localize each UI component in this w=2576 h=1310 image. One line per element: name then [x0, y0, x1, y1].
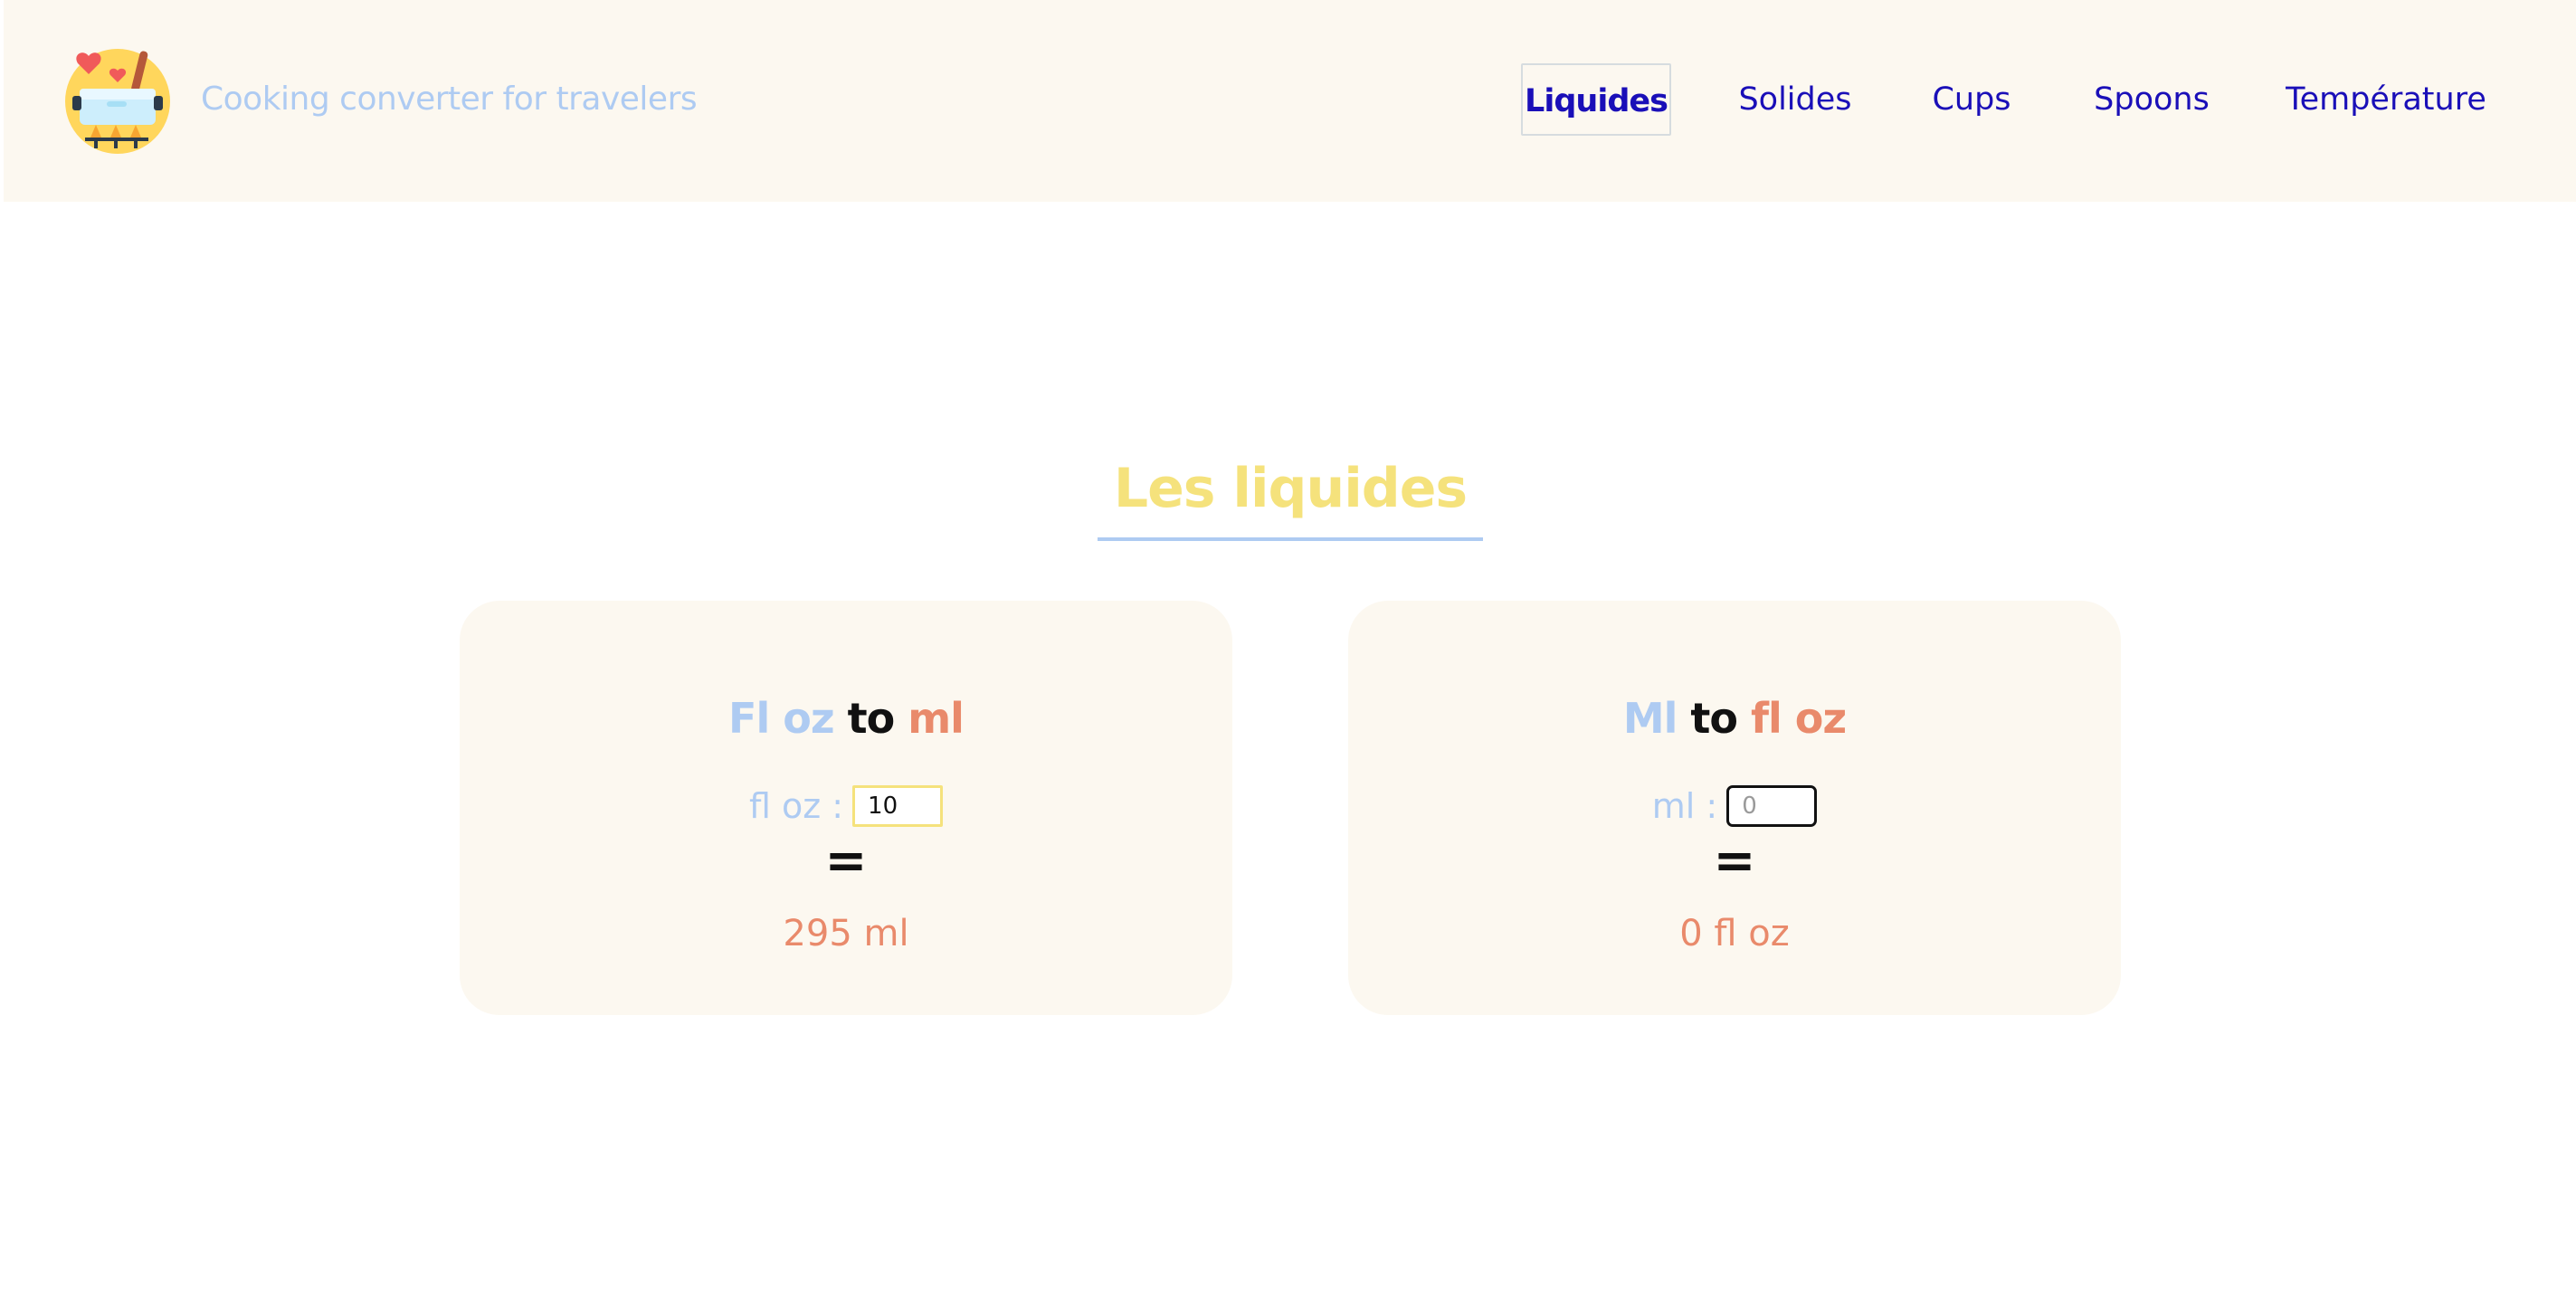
equals-sign: =	[824, 831, 868, 890]
ml-to-floz-card: Ml to fl oz ml : = 0 fl oz	[1348, 601, 2121, 1015]
input-row: fl oz :	[460, 783, 1232, 829]
card-heading: Fl oz to ml	[460, 689, 1232, 747]
card-heading: Ml to fl oz	[1348, 689, 2121, 747]
equals-sign: =	[1713, 831, 1756, 890]
nav-item-temperature[interactable]: Température	[2280, 63, 2492, 136]
ml-input[interactable]	[1726, 785, 1818, 827]
heading-to-word: to	[1690, 694, 1738, 743]
nav-item-cups[interactable]: Cups	[1922, 63, 2021, 136]
heading-target-unit: fl oz	[1751, 694, 1847, 743]
section-title-underline	[1098, 537, 1483, 541]
floz-to-ml-card: Fl oz to ml fl oz : = 295 ml	[460, 601, 1232, 1015]
floz-input-label: fl oz :	[748, 786, 844, 826]
heading-source-unit: Fl oz	[728, 694, 835, 743]
ml-result: 295 ml	[783, 913, 909, 954]
heading-target-unit: ml	[908, 694, 965, 743]
header: Cooking converter for travelers Liquides…	[4, 0, 2576, 202]
cooking-pot-hearts-icon[interactable]	[62, 43, 174, 156]
site-title[interactable]: Cooking converter for travelers	[201, 76, 698, 123]
ml-input-label: ml :	[1651, 786, 1718, 826]
input-row: ml :	[1348, 783, 2121, 829]
nav-item-solides[interactable]: Solides	[1732, 63, 1858, 136]
section-title: Les liquides	[1113, 457, 1468, 520]
floz-input[interactable]	[852, 785, 944, 827]
nav-item-liquides[interactable]: Liquides	[1521, 63, 1671, 136]
heading-to-word: to	[847, 694, 896, 743]
floz-result: 0 fl oz	[1679, 913, 1790, 954]
heading-source-unit: Ml	[1622, 694, 1678, 743]
nav-item-spoons[interactable]: Spoons	[2086, 63, 2217, 136]
